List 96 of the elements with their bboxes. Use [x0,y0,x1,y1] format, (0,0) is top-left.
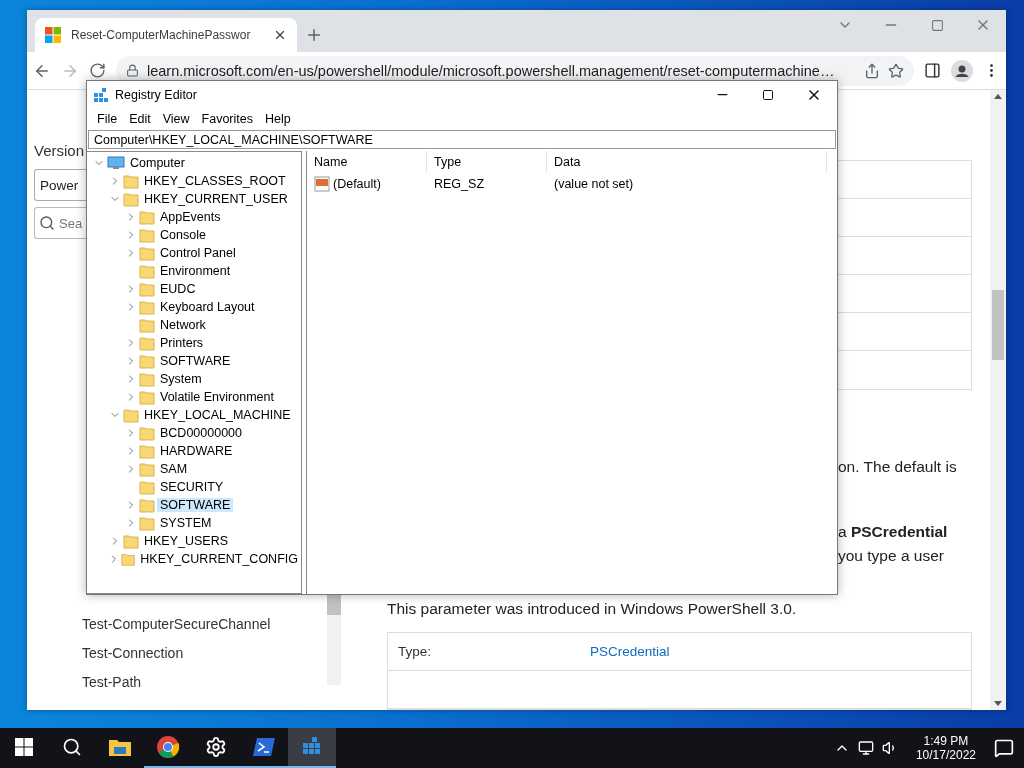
start-icon[interactable] [15,738,33,756]
scrollbar[interactable] [990,90,1006,710]
folder-icon [139,317,155,333]
tab-title: Reset-ComputerMachinePasswor [71,28,252,42]
side-panel-icon[interactable] [924,62,941,79]
bookmark-icon[interactable] [888,62,904,79]
folder-icon [139,227,155,243]
registry-icon [93,86,109,103]
tree-item[interactable]: Computer [127,156,188,170]
folder-icon [139,335,155,351]
folder-icon [139,479,155,495]
settings-icon[interactable] [205,736,227,758]
tree-item[interactable]: SECURITY [157,480,227,494]
computer-icon [107,156,125,170]
address-field[interactable]: Computer\HKEY_LOCAL_MACHINE\SOFTWARE [88,130,836,149]
string-value-icon [314,176,330,192]
column-header[interactable]: Type [427,151,547,173]
profile-icon[interactable] [951,59,973,82]
tree-item[interactable]: HARDWARE [157,444,236,458]
tree-item[interactable]: Printers [157,336,207,350]
nav-link[interactable]: Test-Path [82,674,317,692]
folder-icon[interactable] [108,737,132,757]
folder-icon [123,533,139,549]
tree-item[interactable]: Console [157,228,209,242]
clock-date[interactable]: 10/17/2022 [915,748,976,762]
folder-icon [139,389,155,405]
lock-icon [126,64,139,77]
folder-icon [123,407,139,423]
menu-item[interactable]: Edit [123,112,157,126]
tree-item[interactable]: HKEY_USERS [141,534,232,548]
folder-icon [139,461,155,477]
value-type: REG_SZ [434,177,484,191]
folder-icon [123,191,139,207]
tree-item[interactable]: HKEY_CLASSES_ROOT [141,174,289,188]
nav-link[interactable]: Test-ComputerSecureChannel [82,616,317,634]
search-icon [39,215,55,231]
paragraph-text: you type a user [838,546,945,566]
folder-icon [139,281,155,297]
notification-icon[interactable] [994,738,1014,758]
menu-item[interactable]: Help [259,112,297,126]
new-tab-icon[interactable] [305,26,323,44]
terminal-icon[interactable] [252,737,276,757]
tree-item[interactable]: System [157,372,205,386]
section-heading: Version [34,142,86,159]
tree-item[interactable]: HKEY_CURRENT_USER [141,192,291,206]
folder-icon [139,371,155,387]
menu-item[interactable]: File [91,112,124,126]
logo-icon [45,27,61,43]
window-title: Registry Editor [115,87,197,102]
value-data: (value not set) [554,177,634,191]
tree-item[interactable]: Environment [157,264,234,278]
browser-icon[interactable] [156,735,180,759]
search-icon[interactable] [62,737,82,757]
field-label: Type: [398,644,433,659]
tree-item[interactable]: Network [157,318,209,332]
value-name[interactable]: (Default) [333,177,381,191]
folder-icon [139,443,155,459]
tree-item[interactable]: HKEY_CURRENT_CONFIG [137,552,301,566]
tree-item[interactable]: BCD00000000 [157,426,245,440]
folder-icon [123,173,139,189]
tree-item[interactable]: AppEvents [157,210,224,224]
tree-item[interactable]: SOFTWARE [157,498,234,512]
menu-item[interactable]: View [156,112,196,126]
paragraph-text: This parameter was introduced in Windows PowerShell 3.0. [387,600,798,618]
folder-icon [139,515,155,531]
close-icon[interactable] [273,28,287,42]
maximize-icon[interactable] [762,88,774,101]
paragraph-text: on. The default is [838,457,958,477]
tree-item[interactable]: SOFTWARE [157,354,234,368]
folder-icon [139,299,155,315]
tree-item[interactable]: HKEY_LOCAL_MACHINE [141,408,294,422]
tree-item[interactable]: Volatile Environment [157,390,277,404]
nav-link[interactable]: Test-Connection [82,645,317,663]
type-link[interactable]: PSCredential [590,644,670,659]
browser-tab[interactable]: Reset-ComputerMachinePasswor [35,18,297,52]
folder-icon [121,551,136,567]
network-icon[interactable] [857,740,874,756]
folder-icon [139,209,155,225]
column-header[interactable]: Name [307,151,427,173]
tree-item[interactable]: Keyboard Layout [157,300,258,314]
scrollbar[interactable] [327,595,341,685]
folder-icon [139,263,155,279]
share-icon[interactable] [864,62,880,79]
tree-item[interactable]: SYSTEM [157,516,215,530]
tree-item[interactable]: Control Panel [157,246,239,260]
paragraph-text: a PSCredential [838,523,949,543]
tree-item[interactable]: EUDC [157,282,199,296]
folder-icon [139,245,155,261]
column-header[interactable]: Data [547,151,827,173]
menu-item[interactable]: Favorites [195,112,259,126]
tree-item[interactable]: SAM [157,462,191,476]
clock-time[interactable]: 1:49 PM [923,734,969,748]
folder-icon [139,353,155,369]
folder-icon [139,425,155,441]
folder-icon [139,497,155,513]
reload-icon[interactable] [89,62,106,79]
